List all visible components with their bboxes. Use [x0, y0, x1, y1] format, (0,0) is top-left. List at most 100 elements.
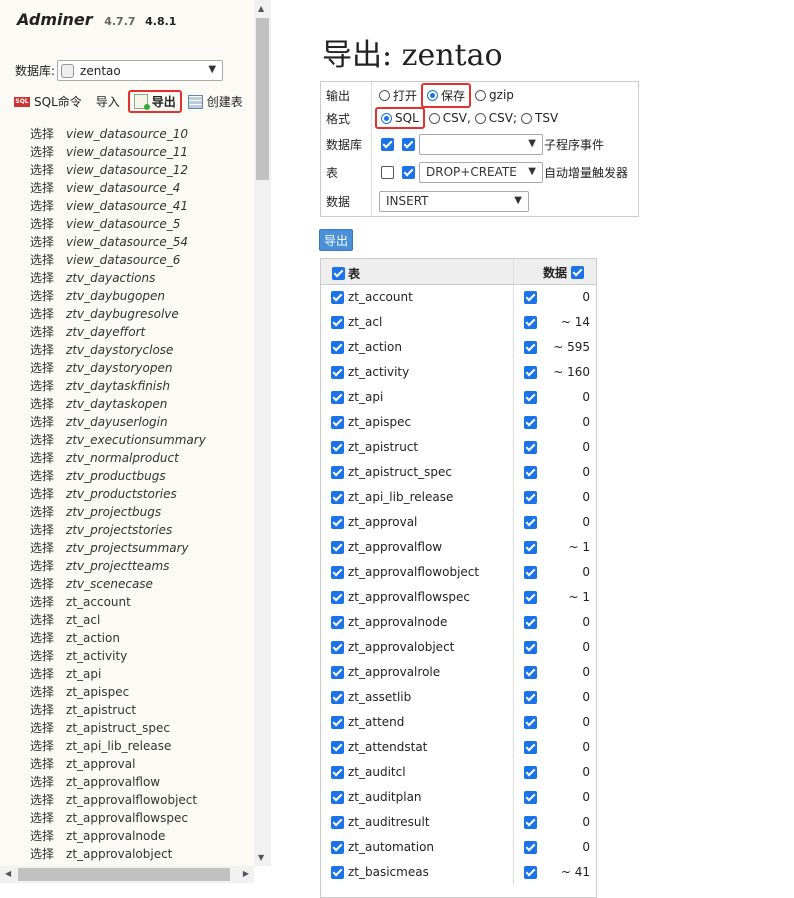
- table-checkbox[interactable]: [331, 616, 344, 629]
- table-checkbox[interactable]: [331, 566, 344, 579]
- select-link[interactable]: 选择: [30, 325, 54, 339]
- table-checkbox[interactable]: [331, 316, 344, 329]
- scroll-right-icon[interactable]: ▶: [243, 869, 249, 878]
- table-checkbox[interactable]: [331, 666, 344, 679]
- radio[interactable]: [428, 112, 440, 124]
- db-checkbox[interactable]: [381, 137, 394, 151]
- select-link[interactable]: 选择: [30, 451, 54, 465]
- table-link[interactable]: ztv_productstories: [66, 487, 177, 501]
- select-link[interactable]: 选择: [30, 469, 54, 483]
- table-checkbox[interactable]: [331, 741, 344, 754]
- select-link[interactable]: 选择: [30, 433, 54, 447]
- data-checkbox[interactable]: [524, 591, 537, 604]
- select-link[interactable]: 选择: [30, 595, 54, 609]
- data-checkbox[interactable]: [524, 716, 537, 729]
- select-link[interactable]: 选择: [30, 793, 54, 807]
- data-checkbox[interactable]: [524, 766, 537, 779]
- table-checkbox[interactable]: [331, 866, 344, 879]
- data-checkbox[interactable]: [524, 666, 537, 679]
- table-link[interactable]: zt_action: [66, 631, 120, 645]
- table-checkbox[interactable]: [331, 766, 344, 779]
- table-link[interactable]: ztv_daytaskopen: [66, 397, 167, 411]
- sql-command-link[interactable]: SQL命令: [34, 93, 82, 110]
- select-link[interactable]: 选择: [30, 397, 54, 411]
- table-checkbox[interactable]: [331, 641, 344, 654]
- table-link[interactable]: ztv_executionsummary: [66, 433, 206, 447]
- table-link[interactable]: ztv_normalproduct: [66, 451, 179, 465]
- table-checkbox-2[interactable]: [402, 165, 415, 179]
- select-link[interactable]: 选择: [30, 343, 54, 357]
- table-link[interactable]: ztv_daybugresolve: [66, 307, 179, 321]
- table-link[interactable]: zt_approvalobject: [66, 847, 172, 861]
- radio-selected[interactable]: [381, 112, 392, 124]
- select-link[interactable]: 选择: [30, 505, 54, 519]
- select-link[interactable]: 选择: [30, 811, 54, 825]
- table-link[interactable]: zt_account: [66, 595, 131, 609]
- export-button[interactable]: 导出: [319, 229, 353, 251]
- select-link[interactable]: 选择: [30, 199, 54, 213]
- table-link[interactable]: zt_apistruct_spec: [66, 721, 170, 735]
- format-tsv[interactable]: TSV: [521, 111, 558, 125]
- table-checkbox[interactable]: [331, 516, 344, 529]
- table-link[interactable]: zt_acl: [66, 613, 100, 627]
- select-link[interactable]: 选择: [30, 577, 54, 591]
- table-link[interactable]: ztv_daybugopen: [66, 289, 165, 303]
- table-link[interactable]: view_datasource_12: [66, 163, 188, 177]
- table-checkbox[interactable]: [331, 441, 344, 454]
- format-csv-comma[interactable]: CSV,: [428, 111, 471, 125]
- table-link[interactable]: zt_activity: [66, 649, 127, 663]
- table-checkbox[interactable]: [331, 341, 344, 354]
- table-link[interactable]: view_datasource_11: [66, 145, 188, 159]
- data-checkbox[interactable]: [524, 441, 537, 454]
- select-link[interactable]: 选择: [30, 739, 54, 753]
- select-link[interactable]: 选择: [30, 541, 54, 555]
- select-link[interactable]: 选择: [30, 253, 54, 267]
- select-all-tables-checkbox[interactable]: [332, 267, 345, 280]
- scroll-up-icon[interactable]: ▲: [258, 4, 264, 13]
- select-link[interactable]: 选择: [30, 523, 54, 537]
- table-link[interactable]: ztv_dayuserlogin: [66, 415, 168, 429]
- select-link[interactable]: 选择: [30, 379, 54, 393]
- table-checkbox[interactable]: [331, 791, 344, 804]
- table-link[interactable]: ztv_projectteams: [66, 559, 169, 573]
- table-checkbox[interactable]: [331, 416, 344, 429]
- select-link[interactable]: 选择: [30, 757, 54, 771]
- data-checkbox[interactable]: [524, 341, 537, 354]
- sidebar-vertical-scrollbar[interactable]: ▲ ▼: [254, 0, 271, 866]
- table-style-select[interactable]: DROP+CREATE ▼: [419, 161, 543, 183]
- table-checkbox[interactable]: [331, 366, 344, 379]
- data-checkbox[interactable]: [524, 691, 537, 704]
- format-sql[interactable]: SQL: [375, 107, 425, 129]
- select-link[interactable]: 选择: [30, 649, 54, 663]
- db-checkbox-2[interactable]: [402, 137, 415, 151]
- radio[interactable]: [379, 89, 390, 101]
- data-checkbox[interactable]: [524, 866, 537, 879]
- table-link[interactable]: ztv_scenecase: [66, 577, 153, 591]
- radio[interactable]: [474, 112, 486, 124]
- select-link[interactable]: 选择: [30, 703, 54, 717]
- table-link[interactable]: view_datasource_54: [66, 235, 188, 249]
- data-checkbox[interactable]: [524, 816, 537, 829]
- table-link[interactable]: zt_approval: [66, 757, 135, 771]
- table-link[interactable]: zt_apispec: [66, 685, 129, 699]
- table-checkbox[interactable]: [331, 716, 344, 729]
- scroll-down-icon[interactable]: ▼: [258, 853, 264, 862]
- select-link[interactable]: 选择: [30, 289, 54, 303]
- table-link[interactable]: zt_approvalflowspec: [66, 811, 188, 825]
- scroll-left-icon[interactable]: ◀: [5, 869, 11, 878]
- new-version-link[interactable]: 4.8.1: [145, 15, 176, 28]
- export-link[interactable]: 导出: [127, 90, 182, 113]
- table-link[interactable]: ztv_daystoryopen: [66, 361, 172, 375]
- data-checkbox[interactable]: [524, 516, 537, 529]
- select-all-data-checkbox[interactable]: [571, 266, 585, 279]
- output-open[interactable]: 打开: [379, 87, 417, 104]
- data-checkbox[interactable]: [524, 566, 537, 579]
- sidebar-horizontal-scrollbar[interactable]: ◀ ▶: [0, 866, 254, 883]
- adminer-logo[interactable]: Adminer 4.7.7 4.8.1: [17, 10, 176, 29]
- table-checkbox[interactable]: [381, 165, 394, 179]
- output-save[interactable]: 保存: [421, 82, 472, 108]
- select-link[interactable]: 选择: [30, 613, 54, 627]
- data-checkbox[interactable]: [524, 491, 537, 504]
- table-checkbox[interactable]: [331, 291, 344, 304]
- table-link[interactable]: ztv_dayactions: [66, 271, 155, 285]
